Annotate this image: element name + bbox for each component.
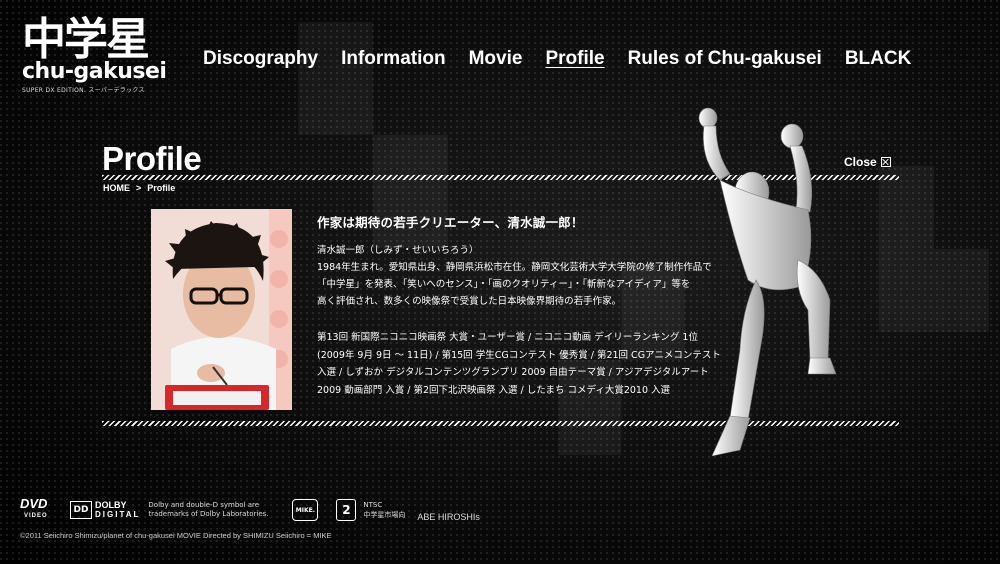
copyright: ©2011 Seiichiro Shimizu/planet of chu-ga… bbox=[20, 531, 332, 540]
portrait-illustration bbox=[151, 209, 292, 410]
dolby-sub: DIGITAL bbox=[95, 510, 141, 519]
mannequin-figure bbox=[698, 107, 837, 457]
breadcrumb-separator: > bbox=[136, 183, 142, 193]
ntsc-region: 中学星市場向 bbox=[363, 511, 406, 519]
awards-line: (2009年 9月 9日 〜 11日) / 第15回 学生CGコンテスト 優秀賞… bbox=[317, 349, 721, 361]
credit-abe: ABE HIROSHIs bbox=[417, 512, 480, 522]
profile-content: 作家は期待の若手クリエーター、清水誠一郎！ 清水誠一郎（しみず・せいいちろう） … bbox=[317, 212, 737, 399]
dolby-dd-icon: DD bbox=[70, 501, 92, 519]
nav-discography[interactable]: Discography bbox=[203, 48, 318, 70]
breadcrumb: HOME > Profile bbox=[103, 183, 175, 193]
nav-profile[interactable]: Profile bbox=[545, 48, 604, 70]
logo-subtitle: SUPER DX EDITION. スーパーデラックス bbox=[22, 87, 145, 94]
logo-roman: chu-gakusei bbox=[22, 59, 167, 84]
ntsc-info: NTSC 中学星市場向 bbox=[363, 500, 405, 520]
logo-kanji: 中学星 bbox=[22, 14, 150, 65]
nav-rules[interactable]: Rules of Chu-gakusei bbox=[628, 48, 822, 70]
breadcrumb-current: Profile bbox=[147, 183, 176, 193]
main-nav: Discography Information Movie Profile Ru… bbox=[203, 48, 934, 70]
nav-information[interactable]: Information bbox=[341, 48, 446, 70]
profile-headline: 作家は期待の若手クリエーター、清水誠一郎！ bbox=[317, 215, 584, 230]
close-icon bbox=[880, 157, 891, 167]
awards-line: 2009 動画部門 入賞 / 第2回下北沢映画祭 入選 / したまち コメディ大… bbox=[317, 384, 671, 396]
nav-movie[interactable]: Movie bbox=[469, 48, 523, 70]
dolby-logo: DD DOLBY DIGITAL bbox=[70, 501, 140, 519]
site-logo[interactable]: 中学星 chu-gakusei SUPER DX EDITION. スーパーデラ… bbox=[22, 14, 187, 95]
rating-badge: 2 bbox=[336, 499, 357, 521]
profile-photo bbox=[151, 209, 292, 410]
page-title: Profile bbox=[102, 140, 202, 177]
breadcrumb-home[interactable]: HOME bbox=[103, 183, 130, 193]
dolby-text: DOLBY DIGITAL bbox=[95, 500, 141, 520]
profile-name: 清水誠一郎（しみず・せいいちろう） bbox=[317, 245, 479, 256]
profile-bio: 1984年生まれ。愛知県出身、静岡県浜松市在住。静岡文化芸術大学大学院の修了制作… bbox=[317, 259, 737, 310]
awards-line: 入選 / しずおか デジタルコンテンツグランプリ 2009 自由テーマ賞 / ア… bbox=[317, 367, 709, 378]
mike-logo: MIKE. bbox=[292, 499, 319, 521]
dvd-sub: VIDEO bbox=[24, 513, 48, 519]
profile-awards: 第13回 新国際ニコニコ映画祭 大賞・ユーザー賞 / ニコニコ動画 デイリーラン… bbox=[317, 329, 737, 399]
dolby-label: DOLBY bbox=[95, 500, 127, 510]
footer-logos: DVD VIDEO DD DOLBY DIGITAL Dolby and dou… bbox=[20, 496, 480, 522]
bio-line: 1984年生まれ。愛知県出身、静岡県浜松市在住。静岡文化芸術大学大学院の修了制作… bbox=[317, 262, 712, 273]
nav-black[interactable]: BLACK bbox=[845, 48, 912, 70]
awards-line: 第13回 新国際ニコニコ映画祭 大賞・ユーザー賞 / ニコニコ動画 デイリーラン… bbox=[317, 332, 698, 343]
dvd-label: DVD bbox=[20, 496, 48, 511]
ntsc-line: NTSC bbox=[363, 501, 383, 509]
bio-line: 「中学星」を発表、「笑いへのセンス」・「画のクオリティー」・「斬新なアイディア」… bbox=[317, 279, 691, 290]
dolby-trademark-note: Dolby and double-D symbol are trademarks… bbox=[148, 501, 269, 518]
dvd-video-logo: DVD VIDEO bbox=[20, 496, 60, 522]
bio-line: 高く評価され、数多くの映像祭で受賞した日本映像界期待の若手作家。 bbox=[317, 296, 622, 307]
